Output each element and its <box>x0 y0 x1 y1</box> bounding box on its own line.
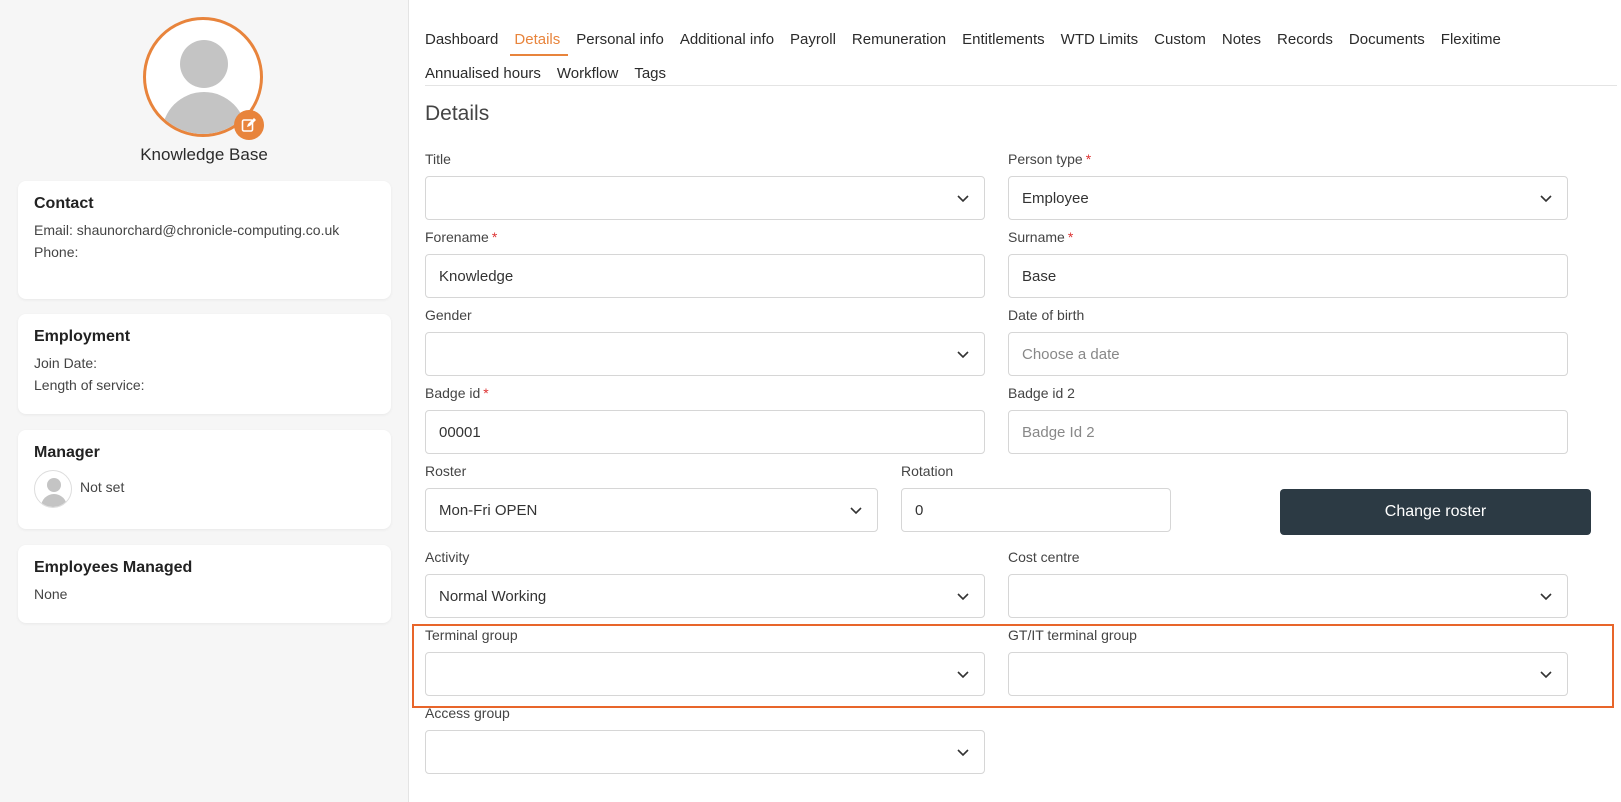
surname-label: Surname * <box>1008 229 1074 245</box>
cost-centre-field: Cost centre <box>1008 548 1568 618</box>
surname-field: Surname * Base <box>1008 228 1568 298</box>
chevron-down-icon <box>957 593 969 601</box>
gender-select[interactable] <box>425 332 985 376</box>
tab-remuneration[interactable]: Remuneration <box>852 25 946 54</box>
person-type-select[interactable]: Employee <box>1008 176 1568 220</box>
badge-id-field: Badge id * 00001 <box>425 384 985 454</box>
forename-label: Forename * <box>425 229 498 245</box>
dob-field: Date of birth Choose a date <box>1008 306 1568 376</box>
access-group-select[interactable] <box>425 730 985 774</box>
tab-notes[interactable]: Notes <box>1222 25 1261 54</box>
cost-centre-select[interactable] <box>1008 574 1568 618</box>
gender-field: Gender <box>425 306 985 376</box>
access-group-field: Access group <box>425 704 985 774</box>
tab-wtd-limits[interactable]: WTD Limits <box>1061 25 1139 54</box>
profile-name: Knowledge Base <box>140 145 268 164</box>
person-type-label: Person type * <box>1008 151 1092 167</box>
profile-sidebar: Knowledge Base Contact Email: shaunorcha… <box>0 0 408 802</box>
roster-select[interactable]: Mon-Fri OPEN <box>425 488 878 532</box>
employees-managed-value: None <box>34 586 68 602</box>
contact-phone: Phone: <box>34 244 79 260</box>
rotation-input[interactable]: 0 <box>901 488 1171 532</box>
employment-heading: Employment <box>34 328 131 345</box>
manager-card: Manager Not set <box>18 430 391 529</box>
title-field: Title <box>425 150 985 220</box>
tab-flexitime[interactable]: Flexitime <box>1441 25 1501 54</box>
tab-entitlements[interactable]: Entitlements <box>962 25 1045 54</box>
manager-row[interactable]: Not set <box>34 470 375 508</box>
title-select[interactable] <box>425 176 985 220</box>
dob-input[interactable]: Choose a date <box>1008 332 1568 376</box>
tab-documents[interactable]: Documents <box>1349 25 1425 54</box>
tab-bar: Dashboard Details Personal info Additional … <box>425 22 1615 90</box>
employees-managed-card: Employees Managed None <box>18 545 391 623</box>
tab-tags[interactable]: Tags <box>634 59 666 88</box>
chevron-down-icon <box>850 507 862 515</box>
change-roster-button[interactable]: Change roster <box>1280 489 1591 535</box>
forename-input[interactable]: Knowledge <box>425 254 985 298</box>
contact-email: Email: shaunorchard@chronicle-computing.… <box>34 222 340 238</box>
tab-custom[interactable]: Custom <box>1154 25 1206 54</box>
contact-card: Contact Email: shaunorchard@chronicle-co… <box>18 181 391 299</box>
activity-select[interactable]: Normal Working <box>425 574 985 618</box>
manager-heading: Manager <box>34 444 100 461</box>
chevron-down-icon <box>1540 593 1552 601</box>
employment-card: Employment Join Date: Length of service: <box>18 314 391 414</box>
gender-label: Gender <box>425 307 472 323</box>
contact-heading: Contact <box>34 195 94 212</box>
chevron-down-icon <box>957 195 969 203</box>
rotation-field: Rotation 0 <box>901 462 1171 532</box>
length-of-service: Length of service: <box>34 377 145 393</box>
tab-details[interactable]: Details <box>510 25 569 56</box>
join-date: Join Date: <box>34 355 98 371</box>
manager-value: Not set <box>80 479 125 495</box>
employees-managed-heading: Employees Managed <box>34 559 193 576</box>
tab-payroll[interactable]: Payroll <box>790 25 836 54</box>
badge-id2-field: Badge id 2 Badge Id 2 <box>1008 384 1568 454</box>
rotation-label: Rotation <box>901 463 954 479</box>
dob-label: Date of birth <box>1008 307 1085 323</box>
title-label: Title <box>425 151 451 167</box>
person-type-field: Person type * Employee <box>1008 150 1568 220</box>
chevron-down-icon <box>1540 195 1552 203</box>
manager-avatar <box>34 470 72 508</box>
badge-id2-label: Badge id 2 <box>1008 385 1075 401</box>
roster-label: Roster <box>425 463 467 479</box>
tab-workflow[interactable]: Workflow <box>557 59 618 88</box>
tab-personal-info[interactable]: Personal info <box>576 25 664 54</box>
roster-field: Roster Mon-Fri OPEN <box>425 462 878 532</box>
forename-field: Forename * Knowledge <box>425 228 985 298</box>
badge-id-label: Badge id * <box>425 385 489 401</box>
tab-annualised-hours[interactable]: Annualised hours <box>425 59 541 88</box>
chevron-down-icon <box>957 351 969 359</box>
section-title: Details <box>425 102 490 125</box>
tab-additional-info[interactable]: Additional info <box>680 25 774 54</box>
activity-field: Activity Normal Working <box>425 548 985 618</box>
tab-underline <box>425 85 1617 86</box>
tab-records[interactable]: Records <box>1277 25 1333 54</box>
tab-dashboard[interactable]: Dashboard <box>425 25 498 54</box>
chevron-down-icon <box>957 749 969 757</box>
cost-centre-label: Cost centre <box>1008 549 1080 565</box>
edit-avatar-icon[interactable] <box>234 110 264 140</box>
activity-label: Activity <box>425 549 470 565</box>
surname-input[interactable]: Base <box>1008 254 1568 298</box>
badge-id-input[interactable]: 00001 <box>425 410 985 454</box>
highlight-box <box>412 624 1614 708</box>
badge-id2-input[interactable]: Badge Id 2 <box>1008 410 1568 454</box>
